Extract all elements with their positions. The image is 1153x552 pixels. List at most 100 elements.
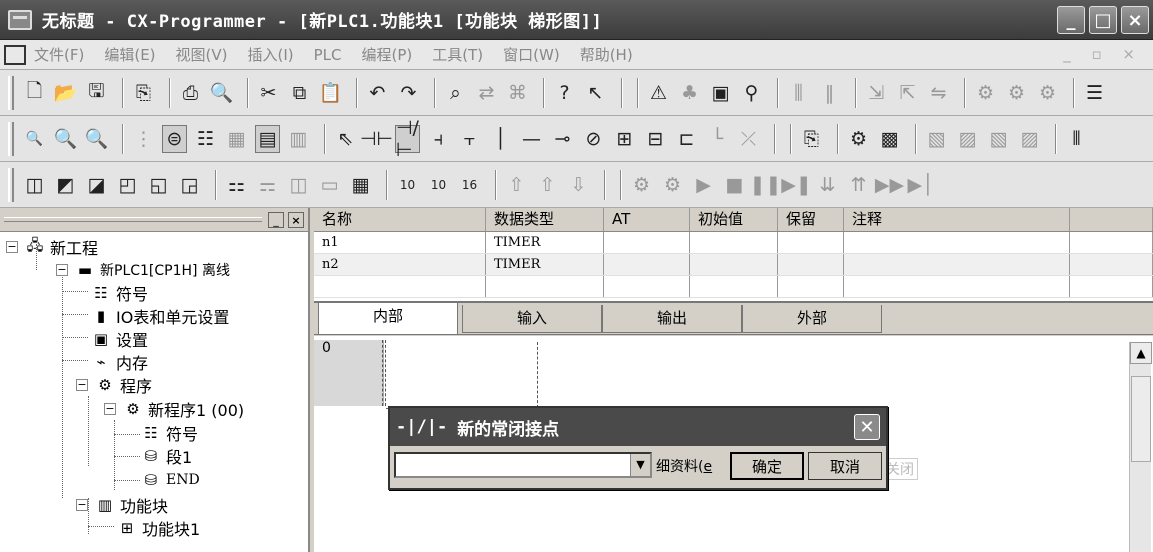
cell-comment[interactable] <box>844 232 1070 253</box>
new-file-icon[interactable]: 🗋 <box>22 79 47 107</box>
column-comment[interactable]: 注释 <box>844 208 1070 231</box>
save-icon[interactable]: 🖫 <box>84 79 109 107</box>
cell-at[interactable] <box>604 276 690 297</box>
collapse-icon[interactable]: − <box>76 379 88 391</box>
output-window-icon[interactable]: ◩ <box>53 171 78 199</box>
cell-name[interactable]: n1 <box>314 232 486 253</box>
tree-node-function-block-1[interactable]: ⊞ 功能块1 <box>116 517 200 539</box>
table-row[interactable]: n1 TIMER <box>314 232 1153 254</box>
online-edit-cancel-icon[interactable]: ▨ <box>955 125 980 153</box>
compile-icon[interactable]: ⚙ <box>846 125 871 153</box>
cell-data-type[interactable] <box>486 276 604 297</box>
cell-comment[interactable] <box>844 276 1070 297</box>
decimal-signed-icon[interactable]: 10 <box>426 171 451 199</box>
simulator-icon[interactable]: ⚙ <box>629 171 654 199</box>
tree-node-io-table[interactable]: ▮ IO表和单元设置 <box>90 305 229 327</box>
maximize-button[interactable]: □ <box>1089 6 1117 34</box>
dock-grip[interactable] <box>4 217 262 222</box>
cell-retain[interactable] <box>778 276 844 297</box>
paste-icon[interactable]: 📋 <box>318 79 343 107</box>
cell-at[interactable] <box>604 254 690 275</box>
collapse-icon[interactable]: − <box>6 241 18 253</box>
new-closed-coil-icon[interactable]: ⊘ <box>581 125 606 153</box>
online-edit-begin-icon[interactable]: ▧ <box>924 125 949 153</box>
tree-node-plc[interactable]: − ▬ 新PLC1[CP1H] 离线 <box>56 259 230 281</box>
column-data-type[interactable]: 数据类型 <box>486 208 604 231</box>
operand-combobox[interactable]: ▼ <box>394 452 652 478</box>
details-button[interactable]: 细资料(e <box>656 456 712 476</box>
online-edit-end-icon[interactable]: ▨ <box>1017 125 1042 153</box>
ladder-view-icon[interactable]: ◫ <box>286 171 311 199</box>
cut-icon[interactable]: ✂ <box>256 79 281 107</box>
print-preview-icon[interactable]: 🔍 <box>209 79 234 107</box>
new-fb-call-icon[interactable]: ⊟ <box>643 125 668 153</box>
run-to-end-icon[interactable]: ▶│ <box>907 171 933 199</box>
context-help-icon[interactable]: ↖ <box>583 79 608 107</box>
line-connect-icon[interactable]: └ <box>705 125 730 153</box>
compare-plc-icon[interactable]: ⇋ <box>926 79 951 107</box>
show-comments-icon[interactable]: ⊜ <box>162 124 187 153</box>
step-out-icon[interactable]: ⇈ <box>846 171 871 199</box>
set-value-icon[interactable]: ⇧ <box>504 171 529 199</box>
monitor-icon[interactable]: ▣ <box>708 79 733 107</box>
new-or-closed-contact-icon[interactable]: ⫟ <box>457 125 482 153</box>
binoculars-icon[interactable]: ⚲ <box>739 79 764 107</box>
monitor-window-icon[interactable]: ▦ <box>224 125 249 153</box>
set-on-icon[interactable]: ⇧ <box>535 171 560 199</box>
program-check-icon[interactable]: ▩ <box>877 125 902 153</box>
force-on-icon[interactable]: ⚙ <box>973 79 998 107</box>
properties-icon[interactable]: ◲ <box>177 171 202 199</box>
differential-monitor-icon[interactable]: ⫴ <box>1064 125 1089 153</box>
collapse-icon[interactable]: − <box>76 499 88 511</box>
show-symbols-icon[interactable]: ▤ <box>255 124 280 153</box>
transfer-from-plc-icon[interactable]: ⇱ <box>895 79 920 107</box>
table-row[interactable]: n2 TIMER <box>314 254 1153 276</box>
pause-sim-icon[interactable]: ❚❚ <box>750 171 782 199</box>
pause-icon[interactable]: ‖ <box>817 79 842 107</box>
menu-tools[interactable]: 工具(T) <box>432 44 483 65</box>
select-mode-icon[interactable]: ⇖ <box>333 125 358 153</box>
menu-edit[interactable]: 编辑(E) <box>104 44 155 65</box>
online-icon[interactable]: ♣ <box>677 79 702 107</box>
tree-node-programs[interactable]: − ⚙ 程序 <box>76 374 152 396</box>
memory-view-icon[interactable]: ▦ <box>348 171 373 199</box>
open-folder-icon[interactable]: 📂 <box>53 79 78 107</box>
cursor-cell[interactable] <box>384 342 538 408</box>
cell-name[interactable] <box>314 276 486 297</box>
tab-input[interactable]: 输入 <box>462 305 602 333</box>
vertical-scrollbar[interactable]: ▲ <box>1129 342 1152 552</box>
tree-node-program-1[interactable]: − ⚙ 新程序1 (00) <box>104 398 244 420</box>
find-icon[interactable]: ⌕ <box>443 79 468 107</box>
online-edit-icon[interactable]: ⎘ <box>799 125 824 153</box>
rung-comments-icon[interactable]: ☷ <box>193 125 218 153</box>
mdi-controls[interactable]: _ ▫ × <box>1063 45 1143 63</box>
set-off-icon[interactable]: ⇩ <box>566 171 591 199</box>
column-retain[interactable]: 保留 <box>778 208 844 231</box>
menu-insert[interactable]: 插入(I) <box>248 44 294 65</box>
cell-initial-value[interactable] <box>690 254 778 275</box>
tree-node-section-1[interactable]: ⛁ 段1 <box>140 445 192 467</box>
cancel-button[interactable]: 取消 <box>808 452 882 480</box>
minimize-button[interactable]: _ <box>1057 6 1085 34</box>
tree-node-symbols[interactable]: ☷ 符号 <box>90 282 148 304</box>
column-at[interactable]: AT <box>604 208 690 231</box>
find-replace-icon[interactable]: ⌘ <box>505 79 530 107</box>
column-name[interactable]: 名称 <box>314 208 486 231</box>
column-initial-value[interactable]: 初始值 <box>690 208 778 231</box>
line-delete-icon[interactable]: ⤫ <box>736 125 761 153</box>
copy-icon[interactable]: ⧉ <box>287 79 312 107</box>
tree-node-project[interactable]: − 🖧 新工程 <box>6 236 98 258</box>
new-closed-contact-icon[interactable]: ⊣/⊢ <box>395 117 420 161</box>
grid-icon[interactable]: ⋮ <box>131 125 156 153</box>
rung-number[interactable]: 0 <box>314 340 384 406</box>
workspace-minimize-button[interactable]: _ <box>268 212 284 228</box>
decimal-10-icon[interactable]: 10 <box>395 171 420 199</box>
redo-icon[interactable]: ↷ <box>396 79 421 107</box>
tab-output[interactable]: 输出 <box>602 305 742 333</box>
tree-node-program-symbols[interactable]: ☷ 符号 <box>140 422 198 444</box>
zoom-out-icon[interactable]: 🔍 <box>22 125 47 153</box>
stop-icon[interactable]: ■ <box>722 171 747 199</box>
cell-data-type[interactable]: TIMER <box>486 232 604 253</box>
address-reference-icon[interactable]: ◰ <box>115 171 140 199</box>
online-edit-send-icon[interactable]: ▧ <box>986 125 1011 153</box>
